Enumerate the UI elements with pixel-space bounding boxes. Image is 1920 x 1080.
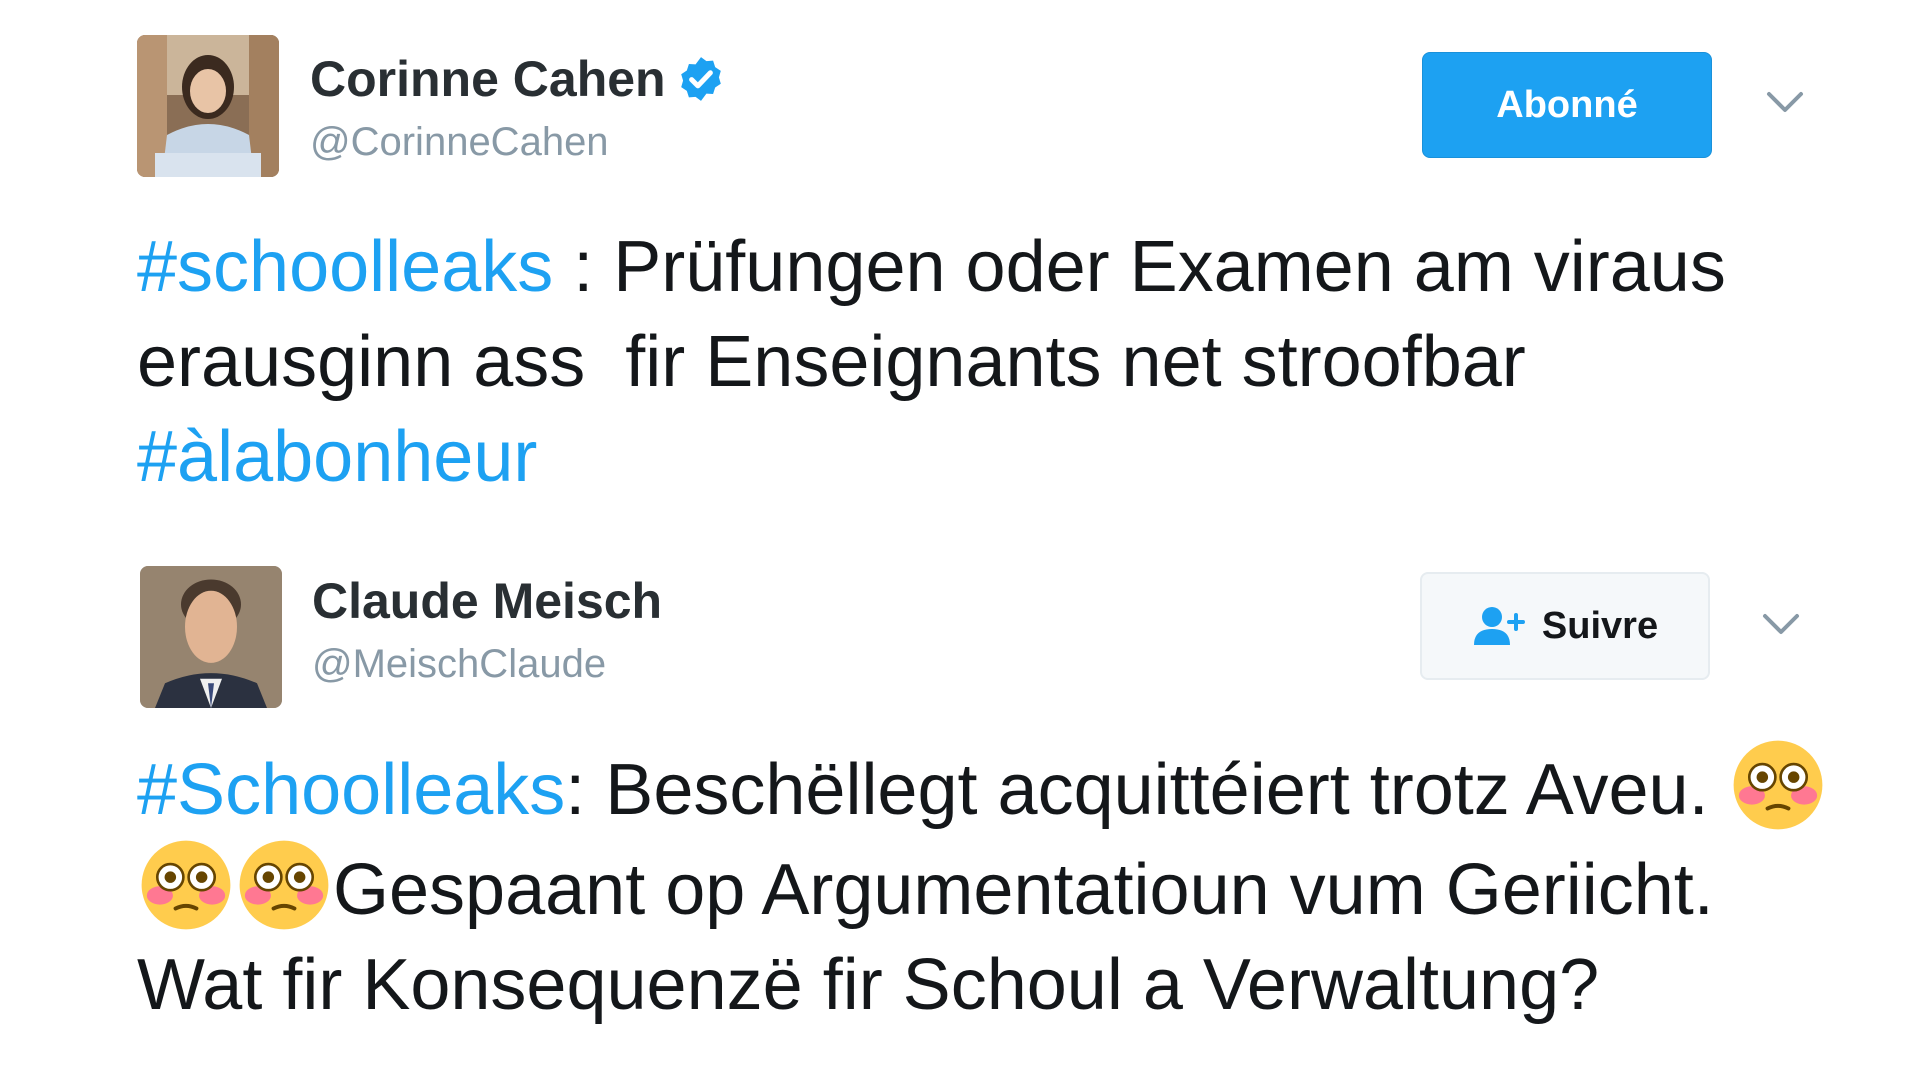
avatar[interactable] xyxy=(137,35,279,177)
flushed-face-emoji-icon xyxy=(1733,740,1822,830)
tweet-text: #Schoolleaks: Beschëllegt acquittéiert t… xyxy=(137,738,1837,1033)
tweet-text: #schoolleaks : Prüfungen oder Examen am … xyxy=(137,220,1837,505)
author-display-name[interactable]: Corinne Cahen xyxy=(310,50,666,108)
flushed-face-emoji-icon xyxy=(141,840,231,930)
tweet-card: Corinne Cahen @CorinneCahen Abonné #scho… xyxy=(0,0,1920,540)
author-name-row: Claude Meisch xyxy=(312,572,662,630)
follow-button-label: Suivre xyxy=(1541,604,1659,647)
verified-badge-icon xyxy=(680,57,721,101)
author-name-row: Corinne Cahen xyxy=(310,50,726,108)
woman-portrait-avatar xyxy=(137,35,279,177)
hashtag-link[interactable]: #àlabonheur xyxy=(137,417,537,497)
hashtag-link[interactable]: #schoolleaks xyxy=(137,227,553,307)
chevron-down-icon[interactable] xyxy=(1765,88,1805,116)
author-display-name[interactable]: Claude Meisch xyxy=(312,572,662,630)
avatar[interactable] xyxy=(140,566,282,708)
hashtag-link[interactable]: #Schoolleaks xyxy=(137,750,565,830)
flushed-face-emoji-icon xyxy=(239,840,329,930)
follow-button[interactable]: Suivre xyxy=(1420,572,1710,680)
author-handle[interactable]: @CorinneCahen xyxy=(310,120,609,165)
man-portrait-avatar xyxy=(140,566,282,708)
tweet-text-body: Gespaant op Argumentatioun vum Geriicht.… xyxy=(137,850,1734,1025)
author-handle[interactable]: @MeischClaude xyxy=(312,642,606,687)
add-user-icon xyxy=(1473,607,1525,645)
following-button[interactable]: Abonné xyxy=(1422,52,1712,158)
tweet-text-body: : Beschëllegt acquittéiert trotz Aveu. xyxy=(565,750,1729,830)
chevron-down-icon[interactable] xyxy=(1761,610,1801,638)
